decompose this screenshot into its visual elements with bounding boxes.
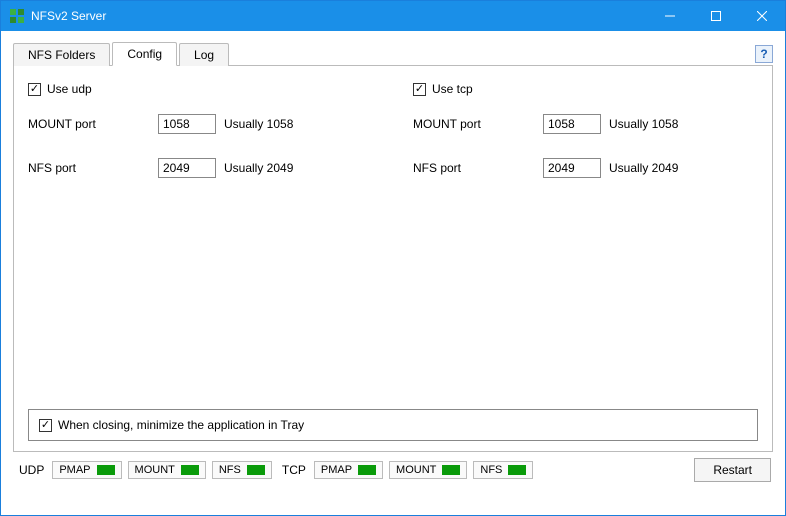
status-dot-icon xyxy=(442,465,460,475)
tray-label: When closing, minimize the application i… xyxy=(58,418,304,432)
status-dot-icon xyxy=(97,465,115,475)
tcp-nfs-port-label: NFS port xyxy=(413,161,543,175)
status-dot-icon xyxy=(181,465,199,475)
use-tcp-label: Use tcp xyxy=(432,82,473,96)
status-dot-icon xyxy=(358,465,376,475)
tcp-mount-port-hint: Usually 1058 xyxy=(609,117,678,131)
tcp-nfs-indicator: NFS xyxy=(473,461,533,479)
tcp-pmap-indicator: PMAP xyxy=(314,461,383,479)
tab-config[interactable]: Config xyxy=(112,42,177,66)
tcp-column: Use tcp MOUNT port Usually 1058 NFS port… xyxy=(413,82,758,202)
udp-mount-port-label: MOUNT port xyxy=(28,117,158,131)
status-dot-icon xyxy=(247,465,265,475)
status-bar: UDP PMAP MOUNT NFS TCP PMAP MOUNT NFS Re… xyxy=(13,452,773,482)
udp-nfs-indicator: NFS xyxy=(212,461,272,479)
tab-strip: NFS Folders Config Log ? xyxy=(13,41,773,66)
udp-nfs-port-input[interactable] xyxy=(158,158,216,178)
use-udp-label: Use udp xyxy=(47,82,92,96)
tcp-status-label: TCP xyxy=(282,463,306,477)
udp-column: Use udp MOUNT port Usually 1058 NFS port… xyxy=(28,82,373,202)
titlebar: NFSv2 Server xyxy=(1,1,785,31)
use-tcp-checkbox[interactable] xyxy=(413,83,426,96)
config-panel: Use udp MOUNT port Usually 1058 NFS port… xyxy=(13,66,773,452)
tcp-mount-port-label: MOUNT port xyxy=(413,117,543,131)
minimize-button[interactable] xyxy=(647,1,693,31)
udp-nfs-port-label: NFS port xyxy=(28,161,158,175)
tcp-mount-port-input[interactable] xyxy=(543,114,601,134)
restart-button[interactable]: Restart xyxy=(694,458,771,482)
udp-mount-indicator: MOUNT xyxy=(128,461,206,479)
help-button[interactable]: ? xyxy=(755,45,773,63)
app-icon xyxy=(9,8,25,24)
udp-status-label: UDP xyxy=(19,463,44,477)
udp-mount-port-input[interactable] xyxy=(158,114,216,134)
tab-nfs-folders[interactable]: NFS Folders xyxy=(13,43,110,66)
tcp-nfs-port-hint: Usually 2049 xyxy=(609,161,678,175)
udp-mount-port-hint: Usually 1058 xyxy=(224,117,293,131)
tcp-nfs-port-input[interactable] xyxy=(543,158,601,178)
tcp-mount-indicator: MOUNT xyxy=(389,461,467,479)
tab-log[interactable]: Log xyxy=(179,43,229,66)
udp-nfs-port-hint: Usually 2049 xyxy=(224,161,293,175)
status-dot-icon xyxy=(508,465,526,475)
close-button[interactable] xyxy=(739,1,785,31)
udp-pmap-indicator: PMAP xyxy=(52,461,121,479)
maximize-button[interactable] xyxy=(693,1,739,31)
window-title: NFSv2 Server xyxy=(31,9,647,23)
tray-option-box: When closing, minimize the application i… xyxy=(28,409,758,441)
tray-checkbox[interactable] xyxy=(39,419,52,432)
use-udp-checkbox[interactable] xyxy=(28,83,41,96)
